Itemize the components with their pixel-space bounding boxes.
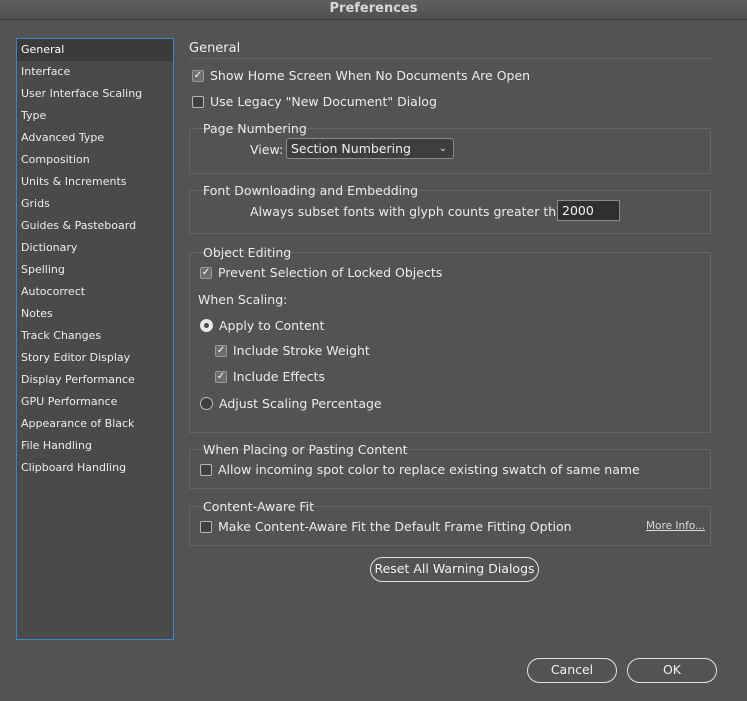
include-effects-option[interactable]: ✓ Include Effects — [215, 369, 325, 384]
sidebar-item-spelling[interactable]: Spelling — [17, 259, 173, 281]
include-effects-checkbox[interactable]: ✓ — [215, 370, 227, 383]
checkmark-icon: ✓ — [216, 370, 226, 382]
view-label: View: — [250, 142, 284, 157]
legacy-new-document-option[interactable]: Use Legacy "New Document" Dialog — [192, 94, 437, 109]
prevent-locked-option[interactable]: ✓ Prevent Selection of Locked Objects — [200, 265, 442, 280]
placing-title: When Placing or Pasting Content — [203, 442, 408, 457]
sidebar-item-user-interface-scaling[interactable]: User Interface Scaling — [17, 83, 173, 105]
view-label-row: View: — [250, 142, 283, 157]
ok-button[interactable]: OK — [627, 658, 717, 683]
checkmark-icon: ✓ — [216, 344, 226, 356]
spot-color-label: Allow incoming spot color to replace exi… — [218, 462, 640, 477]
spot-color-checkbox[interactable] — [200, 463, 212, 476]
sidebar-item-grids[interactable]: Grids — [17, 193, 173, 215]
page-numbering-view-select[interactable]: Section Numbering ⌄ — [286, 138, 454, 159]
chevron-down-icon: ⌄ — [438, 143, 447, 154]
sidebar-item-dictionary[interactable]: Dictionary — [17, 237, 173, 259]
spot-color-option[interactable]: Allow incoming spot color to replace exi… — [200, 462, 640, 477]
legacy-new-document-label: Use Legacy "New Document" Dialog — [210, 94, 437, 109]
font-downloading-title: Font Downloading and Embedding — [203, 183, 419, 198]
reset-warning-dialogs-button[interactable]: Reset All Warning Dialogs — [370, 557, 539, 582]
when-scaling-label: When Scaling: — [198, 292, 288, 307]
cancel-button[interactable]: Cancel — [527, 658, 617, 683]
show-home-screen-label: Show Home Screen When No Documents Are O… — [210, 68, 531, 83]
sidebar-item-type[interactable]: Type — [17, 105, 173, 127]
content-aware-title: Content-Aware Fit — [203, 499, 315, 514]
sidebar-item-autocorrect[interactable]: Autocorrect — [17, 281, 173, 303]
subset-label-row: Always subset fonts with glyph counts gr… — [250, 204, 576, 219]
general-panel: General ✓ Show Home Screen When No Docum… — [189, 0, 713, 701]
object-editing-title: Object Editing — [203, 245, 292, 260]
show-home-screen-option[interactable]: ✓ Show Home Screen When No Documents Are… — [192, 68, 530, 83]
checkmark-icon: ✓ — [193, 69, 203, 81]
show-home-screen-checkbox[interactable]: ✓ — [192, 69, 204, 82]
legacy-new-document-checkbox[interactable] — [192, 95, 204, 108]
title-divider — [189, 58, 713, 59]
sidebar-item-notes[interactable]: Notes — [17, 303, 173, 325]
sidebar-item-general[interactable]: General — [17, 39, 173, 61]
subset-fonts-label: Always subset fonts with glyph counts gr… — [250, 204, 576, 219]
adjust-scaling-radio[interactable] — [200, 397, 213, 410]
prevent-locked-checkbox[interactable]: ✓ — [200, 266, 212, 279]
sidebar-item-display-performance[interactable]: Display Performance — [17, 369, 173, 391]
apply-to-content-label: Apply to Content — [219, 318, 325, 333]
apply-to-content-option[interactable]: Apply to Content — [200, 318, 325, 333]
adjust-scaling-label: Adjust Scaling Percentage — [219, 396, 382, 411]
sidebar-item-advanced-type[interactable]: Advanced Type — [17, 127, 173, 149]
apply-to-content-radio[interactable] — [200, 319, 213, 332]
sidebar-item-file-handling[interactable]: File Handling — [17, 435, 173, 457]
prevent-locked-label: Prevent Selection of Locked Objects — [218, 265, 443, 280]
sidebar-item-track-changes[interactable]: Track Changes — [17, 325, 173, 347]
page-numbering-title: Page Numbering — [203, 121, 307, 136]
content-aware-default-label: Make Content-Aware Fit the Default Frame… — [218, 519, 572, 534]
sidebar-item-interface[interactable]: Interface — [17, 61, 173, 83]
sidebar-item-story-editor-display[interactable]: Story Editor Display — [17, 347, 173, 369]
preferences-sidebar: General Interface User Interface Scaling… — [16, 38, 174, 640]
adjust-scaling-option[interactable]: Adjust Scaling Percentage — [200, 396, 382, 411]
sidebar-item-units-increments[interactable]: Units & Increments — [17, 171, 173, 193]
panel-title: General — [189, 41, 241, 56]
more-info-link[interactable]: More Info... — [646, 520, 705, 532]
content-aware-default-option[interactable]: Make Content-Aware Fit the Default Frame… — [200, 519, 572, 534]
include-stroke-checkbox[interactable]: ✓ — [215, 344, 227, 357]
sidebar-item-clipboard-handling[interactable]: Clipboard Handling — [17, 457, 173, 479]
include-effects-label: Include Effects — [233, 369, 325, 384]
sidebar-item-appearance-of-black[interactable]: Appearance of Black — [17, 413, 173, 435]
sidebar-item-gpu-performance[interactable]: GPU Performance — [17, 391, 173, 413]
glyph-count-input[interactable]: 2000 — [557, 200, 620, 221]
include-stroke-option[interactable]: ✓ Include Stroke Weight — [215, 343, 370, 358]
when-scaling-row: When Scaling: — [198, 292, 287, 307]
include-stroke-label: Include Stroke Weight — [233, 343, 370, 358]
sidebar-item-composition[interactable]: Composition — [17, 149, 173, 171]
content-aware-default-checkbox[interactable] — [200, 520, 212, 533]
checkmark-icon: ✓ — [201, 266, 211, 278]
page-numbering-view-value: Section Numbering — [291, 141, 411, 156]
sidebar-item-guides-pasteboard[interactable]: Guides & Pasteboard — [17, 215, 173, 237]
